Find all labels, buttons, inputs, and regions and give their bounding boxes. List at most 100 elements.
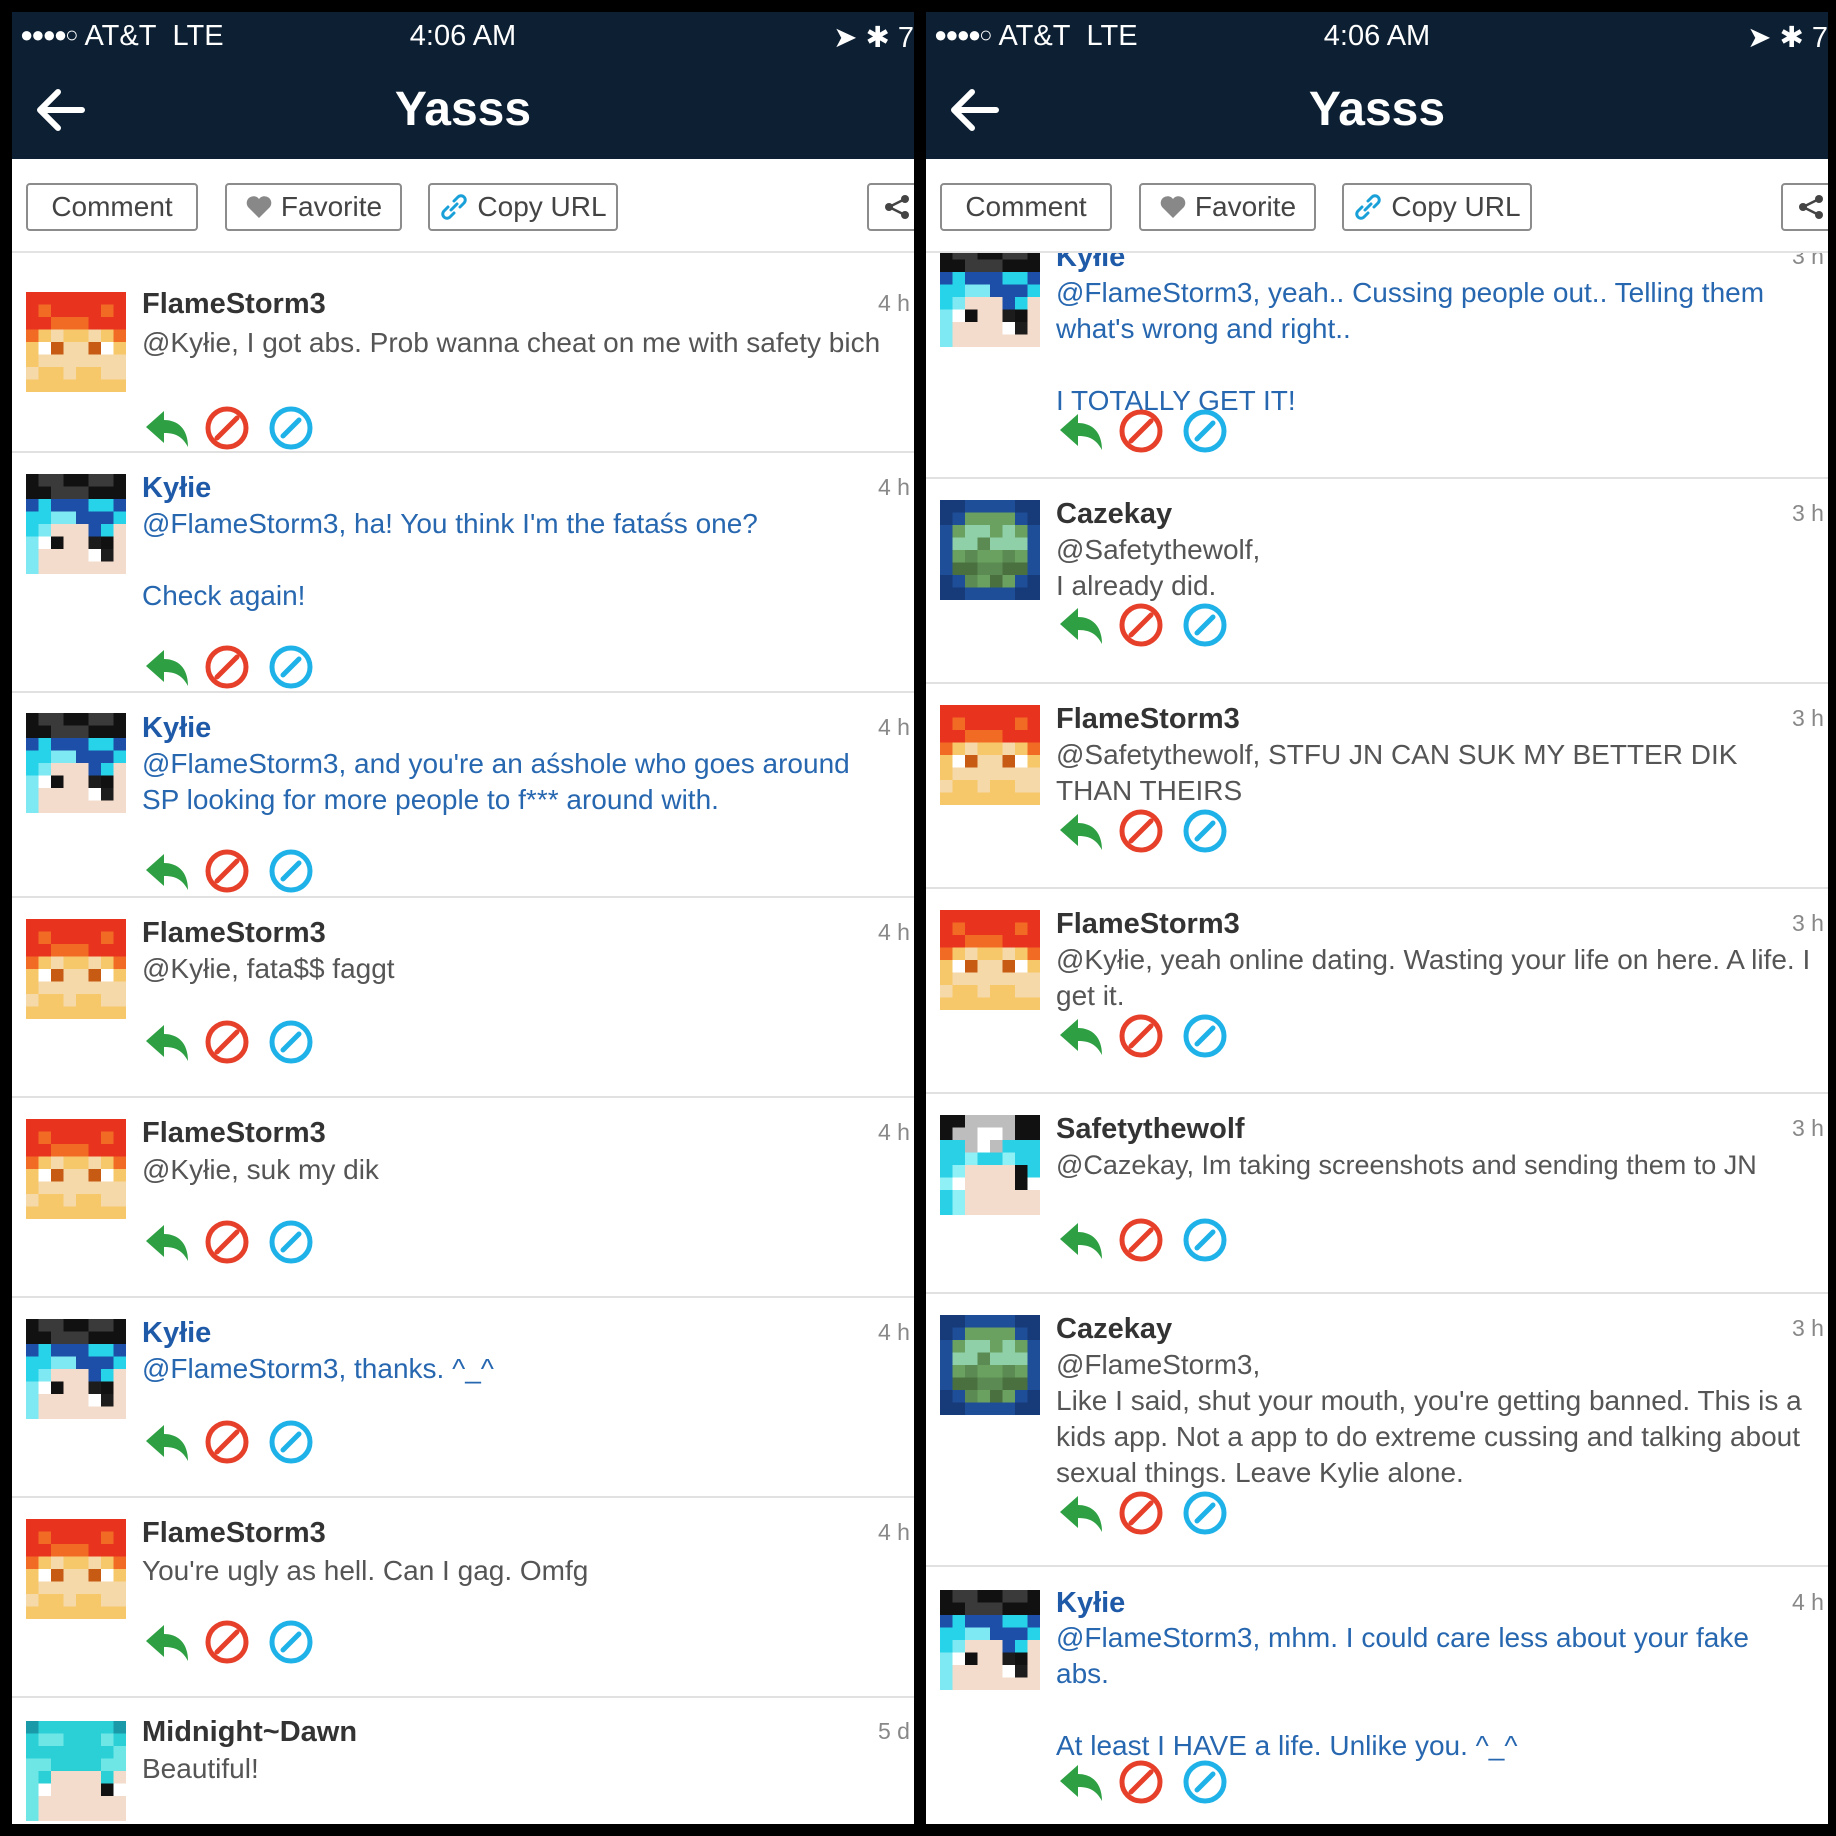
comment-author[interactable]: Kyłie [142, 712, 211, 745]
comment-author[interactable]: FlameStorm3 [142, 1517, 326, 1550]
reply-icon[interactable] [1056, 602, 1106, 648]
comment-author[interactable]: FlameStorm3 [1056, 703, 1240, 736]
comment-author[interactable]: FlameStorm3 [142, 288, 326, 321]
nav-bar: Yasss [926, 62, 1828, 159]
copy-url-button[interactable]: Copy URL [428, 183, 618, 231]
flag-icon[interactable] [268, 644, 314, 690]
comment-item: Kyłie 4 h @FlameStorm3, and you're an aś… [12, 693, 914, 898]
comment-author[interactable]: FlameStorm3 [1056, 908, 1240, 941]
comment-author[interactable]: Kyłie [142, 1317, 211, 1350]
comment-text: @FlameStorm3, thanks. ^_^ [142, 1353, 494, 1384]
avatar[interactable] [26, 474, 127, 575]
block-icon[interactable] [1118, 1759, 1164, 1805]
reply-icon[interactable] [142, 1619, 192, 1665]
comment-button[interactable]: Comment [940, 183, 1112, 231]
avatar[interactable] [26, 292, 127, 393]
block-icon[interactable] [204, 1019, 250, 1065]
avatar[interactable] [940, 1315, 1041, 1416]
avatar[interactable] [26, 713, 127, 814]
comment-text: @Kyłie, I got abs. Prob wanna cheat on m… [142, 327, 881, 358]
comment-author[interactable]: Cazekay [1056, 1313, 1172, 1346]
comment-item: FlameStorm3 3 h @Safetythewolf, STFU JN … [926, 684, 1828, 889]
flag-icon[interactable] [1182, 808, 1228, 854]
flame-avatar-icon [26, 1119, 127, 1220]
reply-icon[interactable] [142, 1419, 192, 1465]
block-icon[interactable] [204, 405, 250, 451]
status-bar: ●●●●○ AT&T LTE 4:06 AM ➤ ✱ 7 [926, 12, 1828, 62]
flag-icon[interactable] [1182, 1759, 1228, 1805]
flag-icon[interactable] [268, 405, 314, 451]
avatar[interactable] [26, 1721, 127, 1822]
avatar[interactable] [940, 910, 1041, 1011]
block-icon[interactable] [1118, 408, 1164, 454]
avatar[interactable] [940, 1590, 1041, 1691]
reply-icon[interactable] [1056, 808, 1106, 854]
comment-item: Safetythewolf 3 h @Cazekay, Im taking sc… [926, 1094, 1828, 1294]
comment-author[interactable]: Kyłie [142, 472, 211, 505]
comment-author[interactable]: Kyłie [1056, 1587, 1125, 1620]
flag-icon[interactable] [1182, 1490, 1228, 1536]
status-time: 4:06 AM [409, 20, 517, 52]
reply-icon[interactable] [1056, 1013, 1106, 1059]
comment-time: 4 h [878, 714, 910, 740]
avatar[interactable] [940, 1115, 1041, 1216]
comment-text: @Safetythewolf, I already did. [1056, 534, 1261, 601]
block-icon[interactable] [1118, 602, 1164, 648]
comment-author[interactable]: FlameStorm3 [142, 917, 326, 950]
comment-author[interactable]: FlameStorm3 [142, 1117, 326, 1150]
block-icon[interactable] [1118, 1013, 1164, 1059]
reply-icon[interactable] [1056, 408, 1106, 454]
comment-time: 4 h [878, 474, 910, 500]
block-icon[interactable] [204, 848, 250, 894]
flame-avatar-icon [26, 1519, 127, 1620]
flag-icon[interactable] [1182, 602, 1228, 648]
avatar[interactable] [940, 705, 1041, 806]
block-icon[interactable] [204, 1219, 250, 1265]
comment-author[interactable]: Safetythewolf [1056, 1113, 1245, 1146]
comment-author[interactable]: Midnight~Dawn [142, 1716, 357, 1749]
reply-icon[interactable] [1056, 1490, 1106, 1536]
flag-icon[interactable] [1182, 408, 1228, 454]
block-icon[interactable] [204, 1619, 250, 1665]
reply-icon[interactable] [142, 644, 192, 690]
comment-text: Beautiful! [142, 1753, 259, 1784]
copy-url-label: Copy URL [1391, 191, 1521, 222]
block-icon[interactable] [1118, 1490, 1164, 1536]
reply-icon[interactable] [142, 1219, 192, 1265]
avatar[interactable] [26, 1119, 127, 1220]
reply-icon[interactable] [1056, 1217, 1106, 1263]
flag-icon[interactable] [1182, 1013, 1228, 1059]
avatar[interactable] [940, 500, 1041, 601]
flag-icon[interactable] [268, 1619, 314, 1665]
share-button[interactable] [1781, 183, 1828, 231]
flag-icon[interactable] [268, 848, 314, 894]
reply-icon[interactable] [142, 848, 192, 894]
block-icon[interactable] [204, 644, 250, 690]
share-button[interactable] [867, 183, 914, 231]
flag-icon[interactable] [268, 1219, 314, 1265]
comment-author[interactable]: Cazekay [1056, 498, 1172, 531]
reply-icon[interactable] [1056, 1759, 1106, 1805]
avatar[interactable] [940, 253, 1041, 348]
reply-icon[interactable] [142, 1019, 192, 1065]
block-icon[interactable] [1118, 808, 1164, 854]
comment-author[interactable]: Kyłie [1056, 253, 1125, 274]
flag-icon[interactable] [268, 1019, 314, 1065]
comment-item: Cazekay 3 h @Safetythewolf, I already di… [926, 479, 1828, 684]
comment-item: Kyłie 3 h @FlameStorm3, yeah.. Cussing p… [926, 253, 1828, 479]
block-icon[interactable] [1118, 1217, 1164, 1263]
kylie-avatar-icon [26, 474, 127, 575]
flag-icon[interactable] [1182, 1217, 1228, 1263]
comment-button[interactable]: Comment [26, 183, 198, 231]
avatar[interactable] [26, 919, 127, 1020]
avatar[interactable] [26, 1519, 127, 1620]
favorite-button[interactable]: Favorite [1139, 183, 1316, 231]
reply-icon[interactable] [142, 405, 192, 451]
favorite-button[interactable]: Favorite [225, 183, 402, 231]
copy-url-button[interactable]: Copy URL [1342, 183, 1532, 231]
left-screenshot: ●●●●○ AT&T LTE 4:06 AM ➤ ✱ 7 Yasss Commen… [12, 12, 914, 1824]
block-icon[interactable] [204, 1419, 250, 1465]
flag-icon[interactable] [268, 1419, 314, 1465]
comment-item: FlameStorm3 4 h You're ugly as hell. Can… [12, 1498, 914, 1698]
avatar[interactable] [26, 1319, 127, 1420]
